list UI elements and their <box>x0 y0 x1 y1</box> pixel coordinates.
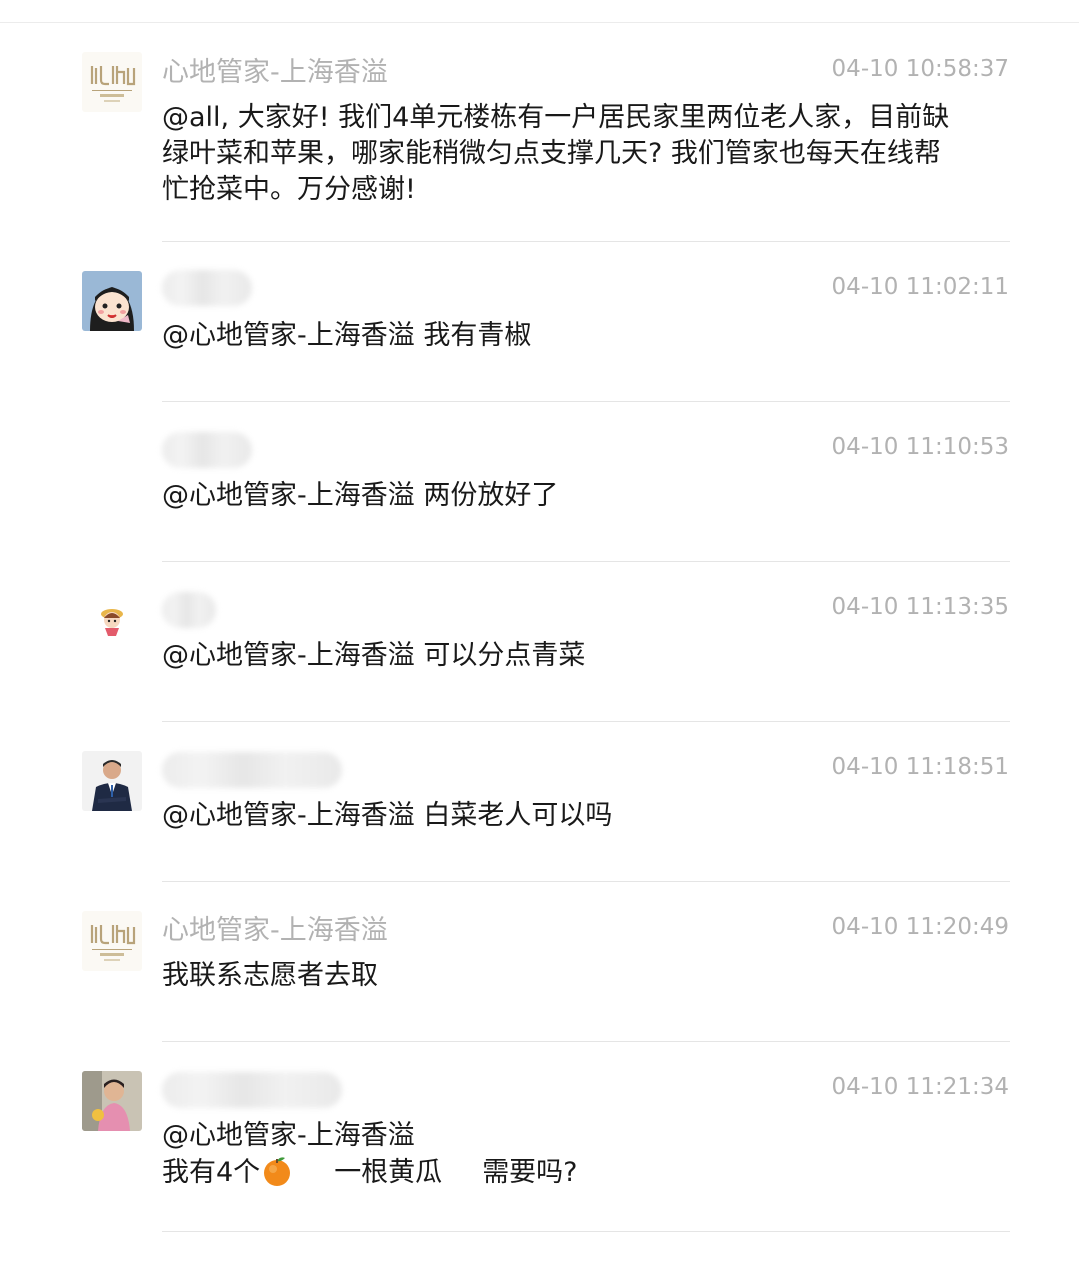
message-divider <box>162 1041 1010 1042</box>
message-timestamp: 04-10 11:21:34 <box>831 1074 1009 1100</box>
message-divider <box>162 881 1010 882</box>
message-timestamp: 04-10 11:10:53 <box>831 434 1009 460</box>
message-divider <box>162 1231 1010 1232</box>
message-line-mention: @心地管家-上海香溢 <box>162 1120 415 1151</box>
message-timestamp: 04-10 11:18:51 <box>831 754 1009 780</box>
message-text: @心地管家-上海香溢 我有青椒 <box>162 320 532 351</box>
sender-name[interactable]: 心地管家-上海香溢 <box>162 914 388 948</box>
avatar[interactable] <box>82 52 142 112</box>
message-text: @心地管家-上海香溢 白菜老人可以吗 <box>162 800 613 831</box>
avatar[interactable] <box>82 751 142 811</box>
message-timestamp: 04-10 11:20:49 <box>831 914 1009 940</box>
message-segment: 需要吗? <box>482 1157 578 1188</box>
message-divider <box>162 401 1010 402</box>
message-text: 我联系志愿者去取 <box>162 960 378 991</box>
sender-name[interactable]: 心地管家-上海香溢 <box>162 56 388 90</box>
top-divider <box>0 22 1079 23</box>
cartoon-girl-avatar-icon <box>82 271 142 331</box>
tangerine-emoji-icon <box>260 1154 294 1188</box>
message-text: @心地管家-上海香溢 可以分点青菜 <box>162 640 586 671</box>
sender-name-redacted <box>162 752 342 788</box>
message-divider <box>162 721 1010 722</box>
man-in-suit-avatar-icon <box>82 751 142 811</box>
message-divider <box>162 561 1010 562</box>
message-line-offer: 我有4个 一根黄瓜 需要吗? <box>162 1154 962 1191</box>
avatar[interactable] <box>82 1071 142 1131</box>
small-character-avatar-icon <box>82 594 142 654</box>
message-timestamp: 04-10 10:58:37 <box>831 56 1009 82</box>
xindi-logo-icon <box>82 52 142 112</box>
message-timestamp: 04-10 11:13:35 <box>831 594 1009 620</box>
sender-name-redacted <box>162 432 252 468</box>
message-text: @心地管家-上海香溢 两份放好了 <box>162 480 559 511</box>
avatar[interactable] <box>82 271 142 331</box>
message-divider <box>162 241 1010 242</box>
xindi-logo-icon <box>82 911 142 971</box>
message-text: @all, 大家好! 我们4单元楼栋有一户居民家里两位老人家，目前缺绿叶菜和苹果… <box>162 102 950 205</box>
message-segment: 一根黄瓜 <box>334 1157 443 1188</box>
message-segment: 我有4个 <box>162 1157 261 1188</box>
message-text: @心地管家-上海香溢 我有4个 一根黄瓜 需要吗? <box>162 1118 962 1191</box>
sender-name-redacted <box>162 270 252 306</box>
avatar[interactable] <box>82 911 142 971</box>
sender-name-redacted <box>162 592 216 628</box>
message-timestamp: 04-10 11:02:11 <box>831 274 1009 300</box>
sender-name-redacted <box>162 1072 342 1108</box>
child-photo-avatar-icon <box>82 1071 142 1131</box>
avatar[interactable] <box>82 594 142 654</box>
